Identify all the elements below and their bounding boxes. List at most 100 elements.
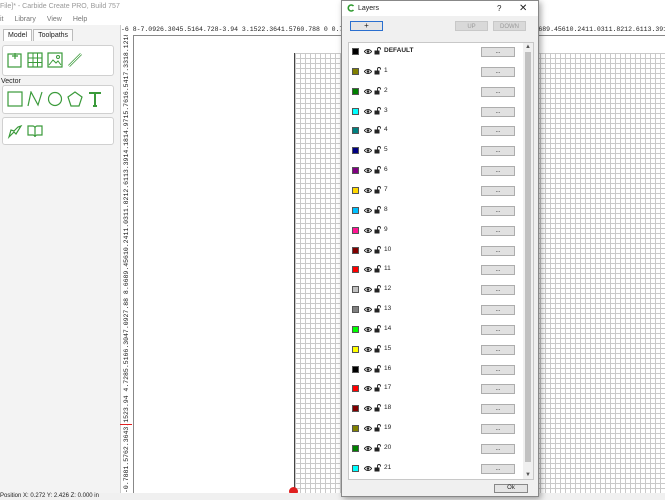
layer-options-button[interactable]: ... <box>481 265 515 276</box>
tab-toolpaths[interactable]: Toolpaths <box>33 29 74 41</box>
visibility-eye-icon[interactable] <box>364 326 372 333</box>
layer-options-button[interactable]: ... <box>481 126 515 137</box>
tab-model[interactable]: Model <box>3 29 33 41</box>
polygon-icon[interactable] <box>67 91 83 107</box>
layer-color-swatch[interactable] <box>352 87 359 95</box>
visibility-eye-icon[interactable] <box>364 385 372 392</box>
scroll-thumb[interactable] <box>525 52 531 462</box>
unlocked-icon[interactable] <box>374 146 381 154</box>
unlocked-icon[interactable] <box>374 205 381 214</box>
unlocked-icon[interactable] <box>374 166 381 174</box>
layer-options-button[interactable]: ... <box>481 324 515 335</box>
unlocked-icon[interactable] <box>374 47 381 55</box>
rectangle-icon[interactable] <box>7 91 23 107</box>
layer-color-swatch[interactable] <box>352 167 359 175</box>
layer-color-swatch[interactable] <box>352 445 359 452</box>
visibility-eye-icon[interactable] <box>364 88 372 95</box>
add-layer-button[interactable]: + <box>350 21 383 31</box>
unlocked-icon[interactable] <box>374 325 381 333</box>
layer-options-button[interactable]: ... <box>481 86 515 97</box>
unlocked-icon[interactable] <box>374 225 381 234</box>
layer-row[interactable]: 6... <box>349 162 521 182</box>
layer-color-swatch[interactable] <box>352 464 359 472</box>
layer-row[interactable]: 13... <box>349 301 521 321</box>
scroll-down-icon[interactable]: ▼ <box>523 471 533 479</box>
visibility-eye-icon[interactable] <box>364 227 372 234</box>
layer-options-button[interactable]: ... <box>481 384 515 395</box>
menu-view[interactable]: View <box>47 14 62 25</box>
unlocked-icon[interactable] <box>374 344 381 353</box>
layer-color-swatch[interactable] <box>352 107 359 115</box>
visibility-eye-icon[interactable] <box>364 167 372 174</box>
unlocked-icon[interactable] <box>374 424 381 432</box>
circle-icon[interactable] <box>47 91 63 107</box>
layer-options-button[interactable]: ... <box>481 364 515 375</box>
unlocked-icon[interactable] <box>374 245 381 254</box>
layer-row[interactable]: 2... <box>349 83 521 103</box>
layer-row[interactable]: 11... <box>349 261 521 281</box>
layer-row[interactable]: 12... <box>349 281 521 301</box>
layer-row[interactable]: 16... <box>349 361 521 381</box>
visibility-eye-icon[interactable] <box>364 445 372 452</box>
menu-help[interactable]: Help <box>73 14 87 25</box>
layer-color-swatch[interactable] <box>352 405 359 413</box>
unlocked-icon[interactable] <box>374 66 381 75</box>
layer-color-swatch[interactable] <box>352 345 359 353</box>
layer-options-button[interactable]: ... <box>481 344 515 355</box>
tool-icon[interactable] <box>7 123 23 139</box>
move-down-button[interactable]: DOWN <box>493 21 526 31</box>
book-icon[interactable] <box>27 123 43 139</box>
visibility-eye-icon[interactable] <box>364 108 372 115</box>
layer-color-swatch[interactable] <box>352 286 359 294</box>
layer-color-swatch[interactable] <box>352 147 359 155</box>
text-icon[interactable] <box>87 91 103 107</box>
layer-options-button[interactable]: ... <box>481 463 515 474</box>
layer-color-swatch[interactable] <box>352 425 359 433</box>
layer-options-button[interactable]: ... <box>481 146 515 157</box>
layer-options-button[interactable]: ... <box>481 66 515 77</box>
layer-row[interactable]: 15... <box>349 341 521 361</box>
ok-button[interactable]: Ok <box>494 484 528 493</box>
grid-icon[interactable] <box>27 52 43 68</box>
unlocked-icon[interactable] <box>374 364 381 373</box>
layer-row[interactable]: DEFAULT... <box>349 43 521 63</box>
unlocked-icon[interactable] <box>374 265 381 273</box>
visibility-eye-icon[interactable] <box>364 48 372 55</box>
menu-edit[interactable]: it <box>0 14 4 25</box>
close-button[interactable]: ✕ <box>519 1 527 16</box>
visibility-eye-icon[interactable] <box>364 68 372 75</box>
layer-options-button[interactable]: ... <box>481 285 515 296</box>
visibility-eye-icon[interactable] <box>364 247 372 254</box>
visibility-eye-icon[interactable] <box>364 405 372 412</box>
layer-options-button[interactable]: ... <box>481 424 515 435</box>
layer-color-swatch[interactable] <box>352 206 359 214</box>
unlocked-icon[interactable] <box>374 285 381 293</box>
unlocked-icon[interactable] <box>374 463 381 472</box>
new-shape-icon[interactable] <box>7 52 23 68</box>
layer-row[interactable]: 19... <box>349 420 521 440</box>
visibility-eye-icon[interactable] <box>364 207 372 214</box>
unlocked-icon[interactable] <box>374 186 381 194</box>
help-button[interactable]: ? <box>497 1 501 16</box>
layer-options-button[interactable]: ... <box>481 205 515 216</box>
layer-color-swatch[interactable] <box>352 306 359 314</box>
visibility-eye-icon[interactable] <box>364 127 372 134</box>
layer-color-swatch[interactable] <box>352 246 359 254</box>
layer-color-swatch[interactable] <box>352 365 359 373</box>
layer-row[interactable]: 18... <box>349 400 521 420</box>
move-up-button[interactable]: UP <box>455 21 488 31</box>
layer-options-button[interactable]: ... <box>481 185 515 196</box>
layer-options-button[interactable]: ... <box>481 444 515 454</box>
unlocked-icon[interactable] <box>374 384 381 392</box>
visibility-eye-icon[interactable] <box>364 346 372 353</box>
layer-row[interactable]: 10... <box>349 242 521 262</box>
unlocked-icon[interactable] <box>374 404 381 412</box>
layer-list-scrollbar[interactable]: ▲ ▼ <box>523 43 533 479</box>
visibility-eye-icon[interactable] <box>364 147 372 154</box>
visibility-eye-icon[interactable] <box>364 366 372 373</box>
layer-row[interactable]: 3... <box>349 103 521 123</box>
scroll-up-icon[interactable]: ▲ <box>523 43 533 51</box>
layer-row[interactable]: 21... <box>349 460 521 479</box>
menu-library[interactable]: Library <box>14 14 35 25</box>
image-icon[interactable] <box>47 52 63 68</box>
